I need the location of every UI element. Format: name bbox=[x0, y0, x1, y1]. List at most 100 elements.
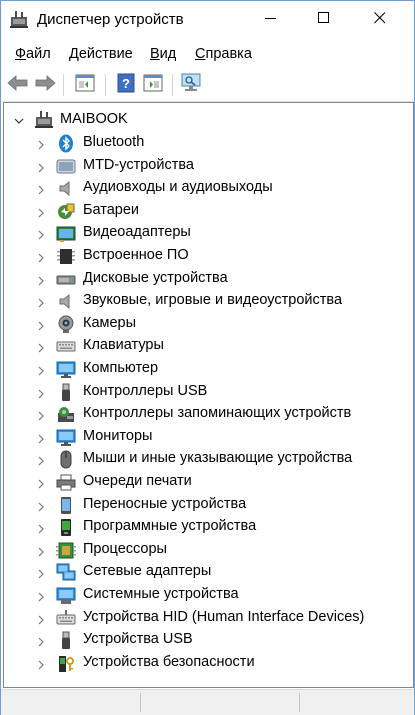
menu-file[interactable]: Файл bbox=[15, 46, 51, 62]
display-adapter-icon bbox=[56, 224, 76, 243]
tree-category-label: Мониторы bbox=[83, 427, 153, 444]
menu-action[interactable]: Действие bbox=[69, 46, 133, 62]
close-icon bbox=[374, 11, 386, 29]
tree-category[interactable]: Аудиовходы и аудиовыходы bbox=[4, 177, 404, 199]
chevron-right-icon[interactable] bbox=[37, 657, 45, 675]
tree-category-label: Программные устройства bbox=[83, 518, 257, 535]
close-button[interactable] bbox=[357, 1, 403, 39]
tree-category[interactable]: Мониторы bbox=[4, 426, 404, 448]
chevron-right-icon[interactable] bbox=[37, 182, 45, 200]
tree-category-label: Сетевые адаптеры bbox=[83, 563, 212, 580]
update-driver-button[interactable] bbox=[141, 73, 165, 97]
chevron-right-icon[interactable] bbox=[37, 363, 45, 381]
device-manager-window: Диспетчер устройств Файл Действие Вид Сп… bbox=[0, 0, 415, 715]
title-bar[interactable]: Диспетчер устройств bbox=[1, 1, 414, 39]
chevron-right-icon[interactable] bbox=[37, 612, 45, 630]
forward-button[interactable] bbox=[33, 73, 57, 97]
chevron-right-icon[interactable] bbox=[37, 250, 45, 268]
menu-help[interactable]: Справка bbox=[195, 46, 252, 62]
tree-category[interactable]: Контроллеры запоминающих устройств bbox=[4, 403, 404, 425]
chevron-right-icon[interactable] bbox=[37, 318, 45, 336]
battery-icon bbox=[56, 202, 76, 221]
printer-icon bbox=[56, 473, 76, 492]
chevron-right-icon[interactable] bbox=[37, 205, 45, 223]
tree-category[interactable]: Батареи bbox=[4, 200, 404, 222]
chevron-right-icon[interactable] bbox=[37, 386, 45, 404]
tree-root[interactable]: MAIBOOK bbox=[4, 109, 404, 131]
chevron-right-icon[interactable] bbox=[37, 295, 45, 313]
tree-category[interactable]: Компьютер bbox=[4, 358, 404, 380]
computer-root-icon bbox=[34, 111, 54, 134]
chevron-right-icon[interactable] bbox=[37, 160, 45, 178]
chevron-right-icon[interactable] bbox=[37, 227, 45, 245]
mtd-device-icon bbox=[56, 157, 76, 176]
tree-root-label: MAIBOOK bbox=[60, 111, 128, 127]
tree-category[interactable]: Очереди печати bbox=[4, 471, 404, 493]
chevron-right-icon[interactable] bbox=[37, 521, 45, 539]
tree-category[interactable]: Дисковые устройства bbox=[4, 268, 404, 290]
tree-category[interactable]: Переносные устройства bbox=[4, 494, 404, 516]
menu-view[interactable]: Вид bbox=[150, 46, 176, 62]
mouse-icon bbox=[56, 450, 76, 469]
tree-category-label: Видеоадаптеры bbox=[83, 224, 191, 241]
system-device-icon bbox=[56, 586, 76, 605]
chevron-right-icon[interactable] bbox=[37, 431, 45, 449]
chevron-right-icon[interactable] bbox=[37, 476, 45, 494]
tree-category[interactable]: Bluetooth bbox=[4, 132, 404, 154]
tree-category-label: Процессоры bbox=[83, 540, 167, 557]
tree-category[interactable]: Сетевые адаптеры bbox=[4, 561, 404, 583]
chevron-right-icon[interactable] bbox=[37, 340, 45, 358]
tree-category[interactable]: Встроенное ПО bbox=[4, 245, 404, 267]
menu-bar: Файл Действие Вид Справка bbox=[1, 41, 414, 67]
toolbar-separator bbox=[105, 74, 106, 96]
tree-category-label: Контроллеры запоминающих устройств bbox=[83, 405, 352, 422]
scan-hardware-button[interactable] bbox=[179, 73, 203, 97]
tree-category[interactable]: Видеоадаптеры bbox=[4, 222, 404, 244]
back-button[interactable] bbox=[6, 73, 30, 97]
disk-drive-icon bbox=[56, 270, 76, 289]
chevron-right-icon[interactable] bbox=[37, 273, 45, 291]
tree-category-label: Компьютер bbox=[83, 360, 159, 376]
properties-button[interactable] bbox=[73, 73, 97, 97]
chevron-right-icon[interactable] bbox=[37, 453, 45, 471]
maximize-icon bbox=[318, 11, 330, 29]
menu-action-rest: ействие bbox=[78, 46, 133, 62]
tree-category-label: Батареи bbox=[83, 201, 140, 218]
chevron-right-icon[interactable] bbox=[37, 634, 45, 652]
chevron-right-icon[interactable] bbox=[37, 499, 45, 517]
device-manager-icon bbox=[9, 11, 29, 29]
tree-category[interactable]: Звуковые, игровые и видеоустройства bbox=[4, 290, 404, 312]
window-title: Диспетчер устройств bbox=[37, 11, 184, 28]
tree-category[interactable]: Камеры bbox=[4, 313, 404, 335]
chevron-right-icon[interactable] bbox=[37, 566, 45, 584]
tree-category[interactable]: Системные устройства bbox=[4, 584, 404, 606]
tree-category-label: Мыши и иные указывающие устройства bbox=[83, 450, 353, 467]
tree-category[interactable]: Мыши и иные указывающие устройства bbox=[4, 448, 404, 470]
tree-category[interactable]: Контроллеры USB bbox=[4, 381, 404, 403]
chevron-right-icon[interactable] bbox=[37, 589, 45, 607]
tree-category[interactable]: Устройства USB bbox=[4, 629, 404, 651]
tree-category-label: Bluetooth bbox=[83, 134, 145, 150]
usb-controller-icon bbox=[56, 383, 76, 402]
toolbar-separator bbox=[63, 74, 64, 96]
status-bar bbox=[1, 689, 414, 715]
maximize-button[interactable] bbox=[301, 1, 347, 39]
tree-category-label: Встроенное ПО bbox=[83, 247, 189, 263]
tree-category[interactable]: Устройства HID (Human Interface Devices) bbox=[4, 607, 404, 629]
help-button[interactable]: ? bbox=[114, 73, 138, 97]
tree-category[interactable]: Устройства безопасности bbox=[4, 652, 404, 674]
tree-category[interactable]: Процессоры bbox=[4, 539, 404, 561]
processor-icon bbox=[56, 541, 76, 560]
help-icon: ? bbox=[117, 73, 135, 98]
chevron-down-icon[interactable] bbox=[14, 113, 24, 131]
device-tree[interactable]: MAIBOOK Bluetooth MTD-устройства Аудиовход… bbox=[3, 102, 414, 688]
tree-category[interactable]: MTD-устройства bbox=[4, 155, 404, 177]
tree-category-label: Клавиатуры bbox=[83, 337, 164, 354]
chevron-right-icon[interactable] bbox=[37, 544, 45, 562]
menu-file-rest: айл bbox=[26, 46, 51, 62]
minimize-button[interactable] bbox=[248, 1, 294, 39]
tree-category[interactable]: Клавиатуры bbox=[4, 335, 404, 357]
chevron-right-icon[interactable] bbox=[37, 137, 45, 155]
tree-category[interactable]: Программные устройства bbox=[4, 516, 404, 538]
chevron-right-icon[interactable] bbox=[37, 408, 45, 426]
